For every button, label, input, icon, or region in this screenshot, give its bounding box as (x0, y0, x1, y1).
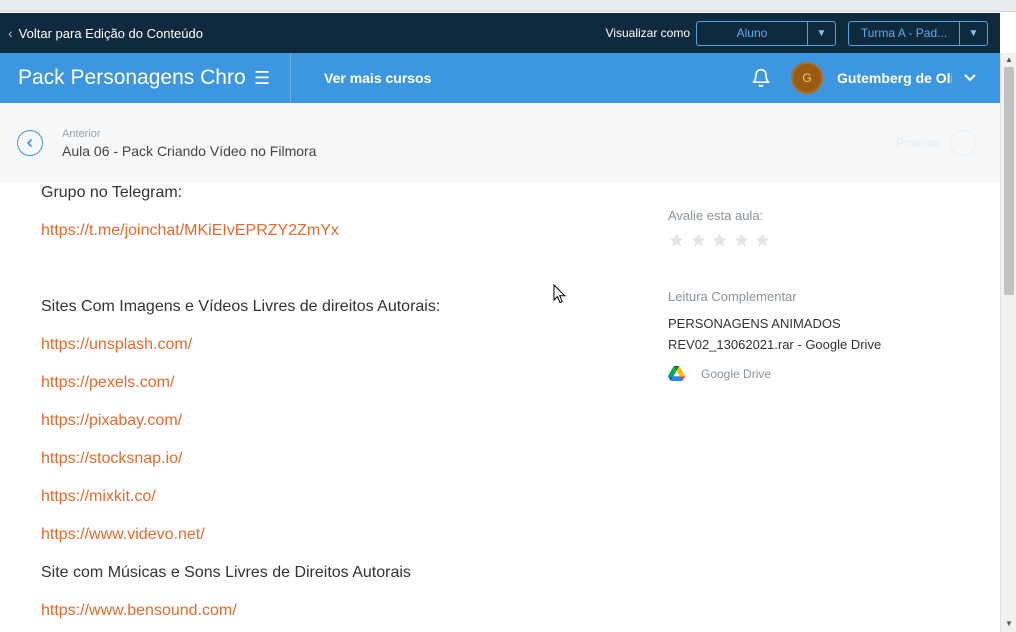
bell-icon[interactable] (751, 68, 771, 88)
mouse-cursor-icon (553, 284, 567, 304)
star-icon[interactable] (668, 232, 685, 249)
previous-lesson-button[interactable] (17, 130, 43, 156)
content-text: Sites Com Imagens e Vídeos Livres de dir… (41, 298, 441, 315)
page-scrollbar[interactable]: ▲ ▼ (1000, 53, 1016, 632)
chevron-left-icon (26, 138, 33, 148)
content-link[interactable]: https://mixkit.co/ (41, 488, 156, 506)
more-courses-link[interactable]: Ver mais cursos (324, 70, 431, 86)
previous-label: Anterior (62, 127, 101, 140)
previous-lesson-title: Aula 06 - Pack Criando Vídeo no Filmora (62, 142, 317, 159)
content-link[interactable]: https://www.bensound.com/ (41, 602, 237, 620)
content-link[interactable]: https://pexels.com/ (41, 374, 174, 392)
star-icon[interactable] (690, 232, 707, 249)
caret-down-icon: ▼ (959, 21, 987, 45)
content-text: Grupo no Telegram: (41, 184, 183, 201)
class-value: Turma A - Pad... (860, 26, 948, 40)
hamburger-menu-icon[interactable]: ☰ (254, 68, 276, 89)
main-nav: Pack Personagens Chroma Key ☰ Ver mais c… (0, 53, 1000, 103)
view-as-group: Visualizar como Aluno ▼ Turma A - Pad...… (605, 20, 1000, 46)
scroll-down-arrow-icon[interactable]: ▼ (1005, 619, 1013, 628)
course-title[interactable]: Pack Personagens Chroma Key (18, 66, 246, 90)
content-link[interactable]: https://t.me/joinchat/MKiEIvEPRZY2ZmYx (41, 222, 339, 240)
star-icon[interactable] (754, 232, 771, 249)
content-link[interactable]: https://unsplash.com/ (41, 336, 192, 354)
back-to-edit-label: Voltar para Edição do Conteúdo (18, 25, 203, 41)
complementary-reading-label: Leitura Complementar (668, 289, 797, 304)
back-to-edit-link[interactable]: ‹ Voltar para Edição do Conteúdo (8, 25, 203, 41)
star-icon[interactable] (711, 232, 728, 249)
rate-lesson-label: Avalie esta aula: (668, 208, 764, 223)
caret-down-icon: ▼ (807, 21, 835, 45)
nav-divider (290, 53, 291, 103)
previous-lesson-info[interactable]: Anterior Aula 06 - Pack Criando Vídeo no… (62, 128, 316, 159)
admin-bar: ‹ Voltar para Edição do Conteúdo Visuali… (0, 13, 1000, 53)
view-as-select[interactable]: Aluno ▼ (696, 20, 836, 46)
next-lesson: Próximo (896, 130, 976, 156)
view-as-value: Aluno (736, 26, 768, 40)
content-link[interactable]: https://pixabay.com/ (41, 412, 182, 430)
view-as-label: Visualizar como (605, 26, 690, 40)
user-name[interactable]: Gutemberg de Oliveira (837, 70, 952, 86)
class-select[interactable]: Turma A - Pad... ▼ (848, 20, 988, 46)
user-area: G Gutemberg de Oliveira (751, 62, 1000, 94)
next-lesson-button (950, 130, 976, 156)
browser-top-strip (0, 0, 1016, 12)
content-link[interactable]: https://stocksnap.io/ (41, 450, 182, 468)
attachment-file-name[interactable]: PERSONAGENS ANIMADOS REV02_13062021.rar … (668, 313, 928, 355)
chevron-down-icon[interactable] (964, 74, 976, 82)
star-icon[interactable] (733, 232, 750, 249)
google-drive-label: Google Drive (701, 366, 772, 381)
google-drive-icon (668, 366, 685, 381)
content-link[interactable]: https://www.videvo.net/ (41, 526, 205, 544)
scroll-up-arrow-icon[interactable]: ▲ (1005, 55, 1013, 64)
next-label: Próximo (895, 136, 940, 150)
chevron-left-icon: ‹ (8, 25, 13, 41)
content-text: Site com Músicas e Sons Livres de Direit… (41, 564, 411, 581)
scroll-thumb[interactable] (1004, 67, 1014, 295)
lesson-navigation: Anterior Aula 06 - Pack Criando Vídeo no… (0, 103, 1000, 183)
avatar[interactable]: G (791, 62, 823, 94)
google-drive-link[interactable]: Google Drive (668, 366, 771, 381)
rating-stars[interactable] (668, 232, 776, 249)
